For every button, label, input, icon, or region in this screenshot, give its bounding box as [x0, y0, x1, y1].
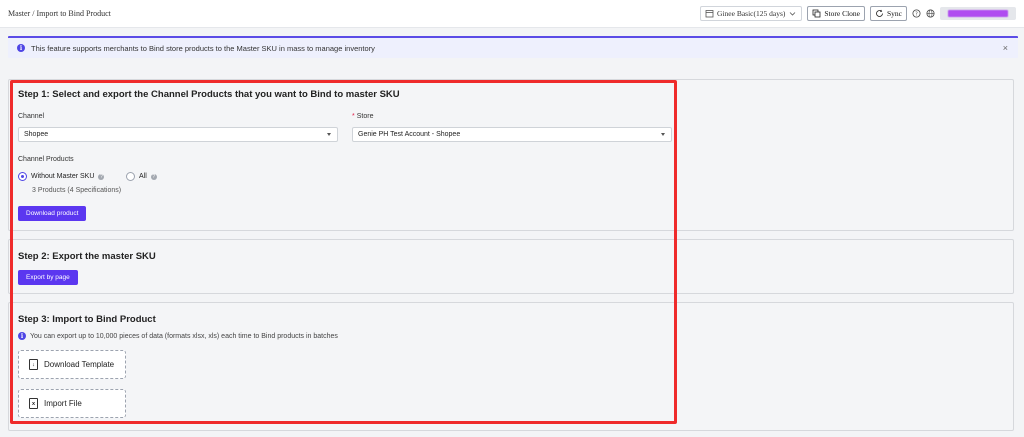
question-icon: ? [98, 173, 105, 180]
sync-label: Sync [887, 9, 902, 18]
store-clone-label: Store Clone [824, 9, 860, 18]
plan-label: Ginee Basic(125 days) [717, 9, 786, 18]
store-label: * Store [352, 113, 373, 120]
chevron-down-icon [788, 9, 797, 18]
radio-unchecked-icon [126, 172, 135, 181]
help-icon[interactable]: ? [912, 9, 921, 18]
store-select[interactable]: Genie PH Test Account - Shopee [352, 127, 672, 142]
step3-title: Step 3: Import to Bind Product [18, 314, 156, 325]
info-banner-text: This feature supports merchants to Bind … [31, 43, 375, 53]
info-icon: i [18, 332, 26, 340]
info-icon: i [17, 44, 25, 52]
caret-down-icon [661, 133, 665, 136]
download-template-button[interactable]: ↓ Download Template [18, 350, 126, 379]
radio-all-label: All [139, 173, 147, 180]
file-excel-icon: x [29, 398, 38, 409]
top-bar: Master / Import to Bind Product Ginee Ba… [0, 0, 1024, 28]
svg-text:?: ? [915, 11, 918, 17]
close-icon[interactable]: × [1003, 43, 1008, 53]
product-count: 3 Products (4 Specifications) [32, 187, 122, 194]
import-file-label: Import File [44, 399, 82, 408]
user-account-menu[interactable] [940, 7, 1016, 20]
import-file-button[interactable]: x Import File [18, 389, 126, 418]
store-select-value: Genie PH Test Account - Shopee [358, 131, 461, 138]
sync-icon [875, 9, 884, 18]
channel-products-label: Channel Products [18, 156, 74, 163]
required-marker: * [352, 113, 355, 120]
calendar-icon [705, 9, 714, 18]
copy-icon [812, 9, 821, 18]
plan-select[interactable]: Ginee Basic(125 days) [700, 6, 803, 21]
caret-down-icon [327, 133, 331, 136]
step3-card: Step 3: Import to Bind Product i You can… [8, 302, 1014, 431]
sync-button[interactable]: Sync [870, 6, 907, 21]
top-right-toolbar: Ginee Basic(125 days) Store Clone Sync ? [700, 6, 1016, 21]
step1-card: Step 1: Select and export the Channel Pr… [8, 79, 1014, 231]
file-download-icon: ↓ [29, 359, 38, 370]
store-clone-button[interactable]: Store Clone [807, 6, 865, 21]
channel-select-value: Shopee [24, 131, 49, 138]
globe-icon[interactable] [926, 9, 935, 18]
store-label-text: Store [356, 113, 374, 120]
channel-label: Channel [18, 113, 45, 120]
redacted-username [948, 10, 1008, 17]
radio-all[interactable]: All ? [126, 172, 157, 181]
step3-info-text: You can export up to 10,000 pieces of da… [30, 332, 338, 340]
info-banner: i This feature supports merchants to Bin… [8, 36, 1018, 58]
step2-card: Step 2: Export the master SKU Export by … [8, 239, 1014, 294]
step1-title: Step 1: Select and export the Channel Pr… [18, 89, 400, 100]
step2-title: Step 2: Export the master SKU [18, 251, 156, 262]
step3-info: i You can export up to 10,000 pieces of … [18, 332, 338, 340]
export-by-page-button[interactable]: Export by page [18, 270, 78, 285]
radio-without-master-sku-label: Without Master SKU [31, 173, 95, 180]
radio-checked-icon [18, 172, 27, 181]
channel-select[interactable]: Shopee [18, 127, 338, 142]
download-template-label: Download Template [44, 360, 115, 369]
download-product-button[interactable]: Download product [18, 206, 87, 221]
radio-without-master-sku[interactable]: Without Master SKU ? [18, 172, 105, 181]
question-icon: ? [150, 173, 157, 180]
breadcrumb: Master / Import to Bind Product [8, 9, 111, 18]
